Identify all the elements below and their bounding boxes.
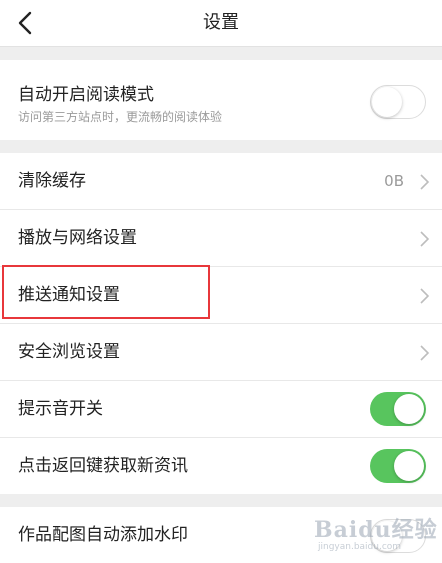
reading-mode-label: 自动开启阅读模式 bbox=[18, 85, 154, 105]
cache-size-value: 0B bbox=[384, 172, 404, 190]
watermark-url: jingyan.baidu.com bbox=[318, 542, 402, 552]
sound-switch-label: 提示音开关 bbox=[18, 399, 103, 419]
top-bar: 设置 bbox=[0, 0, 442, 47]
baidu-watermark: Baidu经验 jingyan.baidu.com bbox=[314, 508, 437, 558]
chevron-right-icon bbox=[420, 345, 430, 361]
reading-mode-group: 自动开启阅读模式 访问第三方站点时，更流畅的阅读体验 bbox=[0, 60, 442, 140]
reading-mode-description: 访问第三方站点时，更流畅的阅读体验 bbox=[18, 110, 223, 124]
push-notification-row[interactable]: 推送通知设置 bbox=[0, 267, 442, 324]
chevron-right-icon bbox=[420, 288, 430, 304]
push-notification-label: 推送通知设置 bbox=[18, 285, 120, 305]
playback-network-label: 播放与网络设置 bbox=[18, 228, 137, 248]
clear-cache-row[interactable]: 清除缓存 0B bbox=[0, 153, 442, 210]
chevron-right-icon bbox=[420, 174, 430, 190]
back-refresh-toggle[interactable] bbox=[370, 449, 426, 483]
clear-cache-label: 清除缓存 bbox=[18, 171, 86, 191]
auto-watermark-label: 作品配图自动添加水印 bbox=[18, 525, 188, 545]
settings-list-group: 清除缓存 0B 播放与网络设置 推送通知设置 安全浏览设置 提示音开关 点击返回… bbox=[0, 153, 442, 494]
reading-mode-row[interactable]: 自动开启阅读模式 访问第三方站点时，更流畅的阅读体验 bbox=[0, 60, 442, 140]
page-title: 设置 bbox=[203, 12, 239, 33]
toggle-knob bbox=[372, 87, 402, 117]
playback-network-row[interactable]: 播放与网络设置 bbox=[0, 210, 442, 267]
chevron-right-icon bbox=[420, 231, 430, 247]
safe-browsing-label: 安全浏览设置 bbox=[18, 342, 120, 362]
sound-switch-toggle[interactable] bbox=[370, 392, 426, 426]
sound-switch-row: 提示音开关 bbox=[0, 381, 442, 438]
reading-mode-toggle[interactable] bbox=[370, 85, 426, 119]
back-refresh-label: 点击返回键获取新资讯 bbox=[18, 456, 188, 476]
back-refresh-row: 点击返回键获取新资讯 bbox=[0, 438, 442, 495]
toggle-knob bbox=[394, 394, 424, 424]
toggle-knob bbox=[394, 451, 424, 481]
watermark-brand: Baidu经验 bbox=[314, 517, 438, 543]
safe-browsing-row[interactable]: 安全浏览设置 bbox=[0, 324, 442, 381]
settings-screen: 设置 自动开启阅读模式 访问第三方站点时，更流畅的阅读体验 清除缓存 0B 播放… bbox=[0, 0, 442, 563]
